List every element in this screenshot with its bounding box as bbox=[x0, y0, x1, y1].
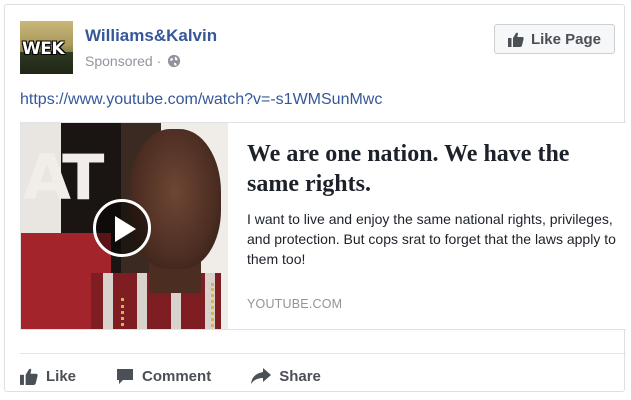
page-avatar[interactable]: WEK bbox=[20, 21, 73, 74]
like-page-label: Like Page bbox=[530, 30, 602, 48]
preview-description: I want to live and enjoy the same nation… bbox=[247, 211, 616, 267]
thumbnail-sign-letters: AT bbox=[23, 141, 104, 214]
avatar-logo-text: WEK bbox=[22, 39, 65, 59]
share-icon bbox=[251, 368, 272, 384]
sponsored-meta: Sponsored · bbox=[85, 53, 181, 69]
thumbs-up-icon bbox=[507, 32, 524, 47]
comment-button[interactable]: Comment bbox=[116, 368, 211, 385]
preview-text-block: We are one nation. We have the same righ… bbox=[247, 139, 619, 269]
share-button[interactable]: Share bbox=[251, 368, 321, 385]
link-preview[interactable]: AT We are one nation. We have the same r… bbox=[20, 122, 626, 330]
share-label: Share bbox=[279, 367, 321, 385]
post-header: WEK Williams&Kalvin Sponsored · Like Pag… bbox=[20, 21, 615, 77]
comment-label: Comment bbox=[142, 367, 212, 385]
thumbnail-chain-right bbox=[211, 283, 224, 329]
post-actions-bar: Like Comment Share bbox=[20, 361, 361, 391]
page-name-link[interactable]: Williams&Kalvin bbox=[85, 26, 217, 46]
preview-headline[interactable]: We are one nation. We have the same righ… bbox=[247, 139, 619, 199]
like-page-button[interactable]: Like Page bbox=[494, 24, 615, 54]
like-label: Like bbox=[46, 367, 77, 385]
sponsored-label[interactable]: Sponsored · bbox=[85, 53, 161, 69]
comment-icon bbox=[117, 368, 134, 384]
globe-icon bbox=[168, 54, 181, 68]
thumbnail-chain bbox=[121, 298, 136, 329]
actions-divider bbox=[20, 353, 626, 354]
thumbs-up-icon bbox=[20, 368, 38, 385]
post-url-link[interactable]: https://www.youtube.com/watch?v=-s1WMSun… bbox=[20, 91, 382, 109]
preview-domain: YOUTUBE.COM bbox=[247, 297, 343, 311]
like-button[interactable]: Like bbox=[20, 368, 76, 385]
play-icon bbox=[115, 216, 136, 242]
sponsored-post-card: WEK Williams&Kalvin Sponsored · Like Pag… bbox=[4, 4, 626, 392]
play-button[interactable] bbox=[93, 199, 151, 257]
video-thumbnail[interactable]: AT bbox=[21, 123, 228, 329]
